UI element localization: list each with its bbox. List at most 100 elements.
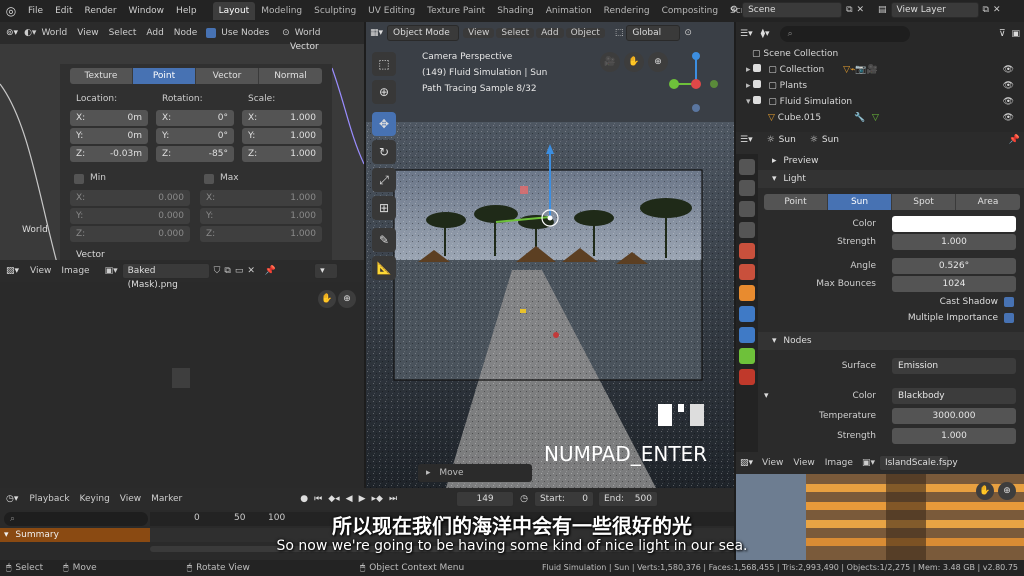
open-image-icon[interactable]: ▭	[235, 266, 244, 276]
play-reverse-icon[interactable]: ◀	[346, 494, 353, 504]
editor-type-icon[interactable]: ⊚▾	[0, 28, 24, 38]
image-mode-dropdown[interactable]: ▾	[314, 263, 339, 279]
viewer-image-name[interactable]: IslandScale.fspy	[878, 455, 958, 471]
node-menu-view[interactable]: View	[72, 28, 103, 38]
fake-user-icon[interactable]: ⛉	[214, 266, 221, 276]
tab-shading[interactable]: Shading	[491, 2, 540, 20]
scale-z-field[interactable]: Z: 1.000	[242, 146, 322, 162]
outliner-row-scene-collection[interactable]: ▢ Scene Collection	[742, 46, 1018, 62]
menu-render[interactable]: Render	[79, 0, 123, 22]
viewer-browse-icon[interactable]: ▣▾	[862, 458, 875, 468]
texture-tab-icon[interactable]	[739, 369, 755, 385]
outliner-row-collection[interactable]: ▸ ▢ Collection ▽⌁📷🎥 👁	[742, 62, 1018, 78]
tab-texture-paint[interactable]: Texture Paint	[421, 2, 491, 20]
outliner-row-plants[interactable]: ▸ ▢ Plants 👁	[742, 78, 1018, 94]
delete-scene-icon[interactable]: ✕	[857, 5, 865, 15]
strength-field[interactable]: 1.000	[892, 234, 1016, 250]
image-menu-image[interactable]: Image	[56, 266, 94, 276]
light-section[interactable]: ▾ Light	[758, 170, 1024, 188]
min-x-field[interactable]: X: 0.000	[70, 190, 190, 206]
delete-view-layer-icon[interactable]: ✕	[993, 5, 1001, 15]
type-texture[interactable]: Texture	[70, 68, 133, 84]
rotate-tool-icon[interactable]: ↻	[372, 140, 396, 164]
pin-properties-icon[interactable]: 📌	[1009, 135, 1020, 145]
snap-icon[interactable]: ⊙	[684, 28, 692, 38]
type-normal[interactable]: Normal	[259, 68, 322, 84]
image-name-field[interactable]: Baked (Mask).png	[121, 263, 210, 290]
collapse-icon[interactable]: ▾	[746, 97, 751, 107]
play-icon[interactable]: ▶	[359, 494, 366, 504]
pan-hand-icon[interactable]: ✋	[318, 290, 336, 308]
properties-type-icon[interactable]: ☰▾	[740, 135, 753, 145]
visibility-eye-icon[interactable]: 👁	[1003, 62, 1014, 78]
new-collection-icon[interactable]: ▣	[1011, 29, 1020, 39]
light-data-tab-icon[interactable]	[739, 348, 755, 364]
node-menu-add[interactable]: Add	[141, 28, 168, 38]
scale-tool-icon[interactable]: ⤢	[372, 168, 396, 192]
tab-compositing[interactable]: Compositing	[656, 2, 724, 20]
start-frame-field[interactable]: Start: 0	[533, 491, 594, 507]
color-swatch[interactable]	[892, 216, 1016, 232]
timeline-menu-marker[interactable]: Marker	[146, 494, 187, 504]
camera-view-icon[interactable]: 🎥	[600, 52, 620, 72]
rotation-z-field[interactable]: Z: -85°	[156, 146, 234, 162]
unlink-image-icon[interactable]: ✕	[247, 266, 255, 276]
viewer-pan-icon[interactable]: ✋	[976, 482, 994, 500]
outliner-row-fluid-simulation[interactable]: ▾ ▢ Fluid Simulation 👁	[742, 94, 1018, 110]
max-y-field[interactable]: Y: 1.000	[200, 208, 322, 224]
viewer-menu-view-1[interactable]: View	[757, 458, 788, 468]
pan-view-icon[interactable]: ✋	[624, 52, 644, 72]
viewport-editor-type-icon[interactable]: ▦▾	[370, 28, 383, 38]
viewport-menu-add[interactable]: Add	[536, 28, 564, 38]
world-tab-icon[interactable]	[739, 264, 755, 280]
scene-dropdown[interactable]: Scene	[742, 2, 843, 18]
preview-range-icon[interactable]: ◷	[520, 494, 528, 504]
current-frame-field[interactable]: 149	[456, 491, 515, 507]
new-view-layer-icon[interactable]: ⧉	[983, 5, 989, 15]
timeline-menu-playback[interactable]: Playback	[24, 494, 74, 504]
constraints-tab-icon[interactable]	[739, 327, 755, 343]
filter-display-icon[interactable]: ⧫▾	[761, 29, 770, 39]
rotation-y-field[interactable]: Y: 0°	[156, 128, 234, 144]
min-checkbox[interactable]	[74, 174, 84, 184]
exclude-checkbox[interactable]	[753, 64, 762, 72]
surface-field[interactable]: Emission	[892, 358, 1016, 374]
location-x-field[interactable]: X: 0m	[70, 110, 148, 126]
exclude-checkbox[interactable]	[753, 96, 762, 104]
image-menu-view[interactable]: View	[25, 266, 56, 276]
use-nodes-checkbox[interactable]	[206, 28, 217, 38]
duplicate-image-icon[interactable]: ⧉	[224, 266, 230, 276]
measure-tool-icon[interactable]: 📐	[372, 256, 396, 280]
end-frame-field[interactable]: End: 500	[597, 491, 658, 507]
scale-y-field[interactable]: Y: 1.000	[242, 128, 322, 144]
cast-shadow-checkbox[interactable]	[1004, 297, 1014, 307]
axis-gizmo[interactable]	[664, 46, 728, 126]
zoom-icon[interactable]: ⊕	[338, 290, 356, 308]
light-type-spot[interactable]: Spot	[892, 194, 956, 210]
render-tab-icon[interactable]	[739, 180, 755, 196]
strength2-field[interactable]: 1.000	[892, 428, 1016, 444]
node-menu-node[interactable]: Node	[169, 28, 203, 38]
viewer-zoom-icon[interactable]: ⊕	[998, 482, 1016, 500]
image-browse-icon[interactable]: ▣▾	[105, 266, 118, 276]
light-type-sun[interactable]: Sun	[828, 194, 892, 210]
menu-edit[interactable]: Edit	[49, 0, 78, 22]
object-mode-dropdown[interactable]: Object Mode	[387, 25, 460, 41]
viewer-type-icon[interactable]: ▨▾	[736, 458, 757, 468]
move-tool-icon[interactable]: ✥	[372, 112, 396, 136]
tab-modeling[interactable]: Modeling	[255, 2, 308, 20]
visibility-eye-icon[interactable]: 👁	[1003, 94, 1014, 110]
min-y-field[interactable]: Y: 0.000	[70, 208, 190, 224]
max-bounces-field[interactable]: 1024	[892, 276, 1016, 292]
preview-section[interactable]: ▸ Preview	[758, 152, 1024, 170]
object-tab-icon[interactable]	[739, 285, 755, 301]
outliner-search-input[interactable]: ⌕	[779, 26, 910, 42]
temperature-field[interactable]: 3000.000	[892, 408, 1016, 424]
max-checkbox[interactable]	[204, 174, 214, 184]
pin-icon[interactable]: ⊙	[282, 28, 290, 38]
node-menu-select[interactable]: Select	[104, 28, 142, 38]
viewport-menu-object[interactable]: Object	[565, 28, 605, 38]
expand-icon[interactable]: ▸	[746, 81, 751, 91]
viewport-menu-select[interactable]: Select	[496, 28, 535, 38]
max-x-field[interactable]: X: 1.000	[200, 190, 322, 206]
